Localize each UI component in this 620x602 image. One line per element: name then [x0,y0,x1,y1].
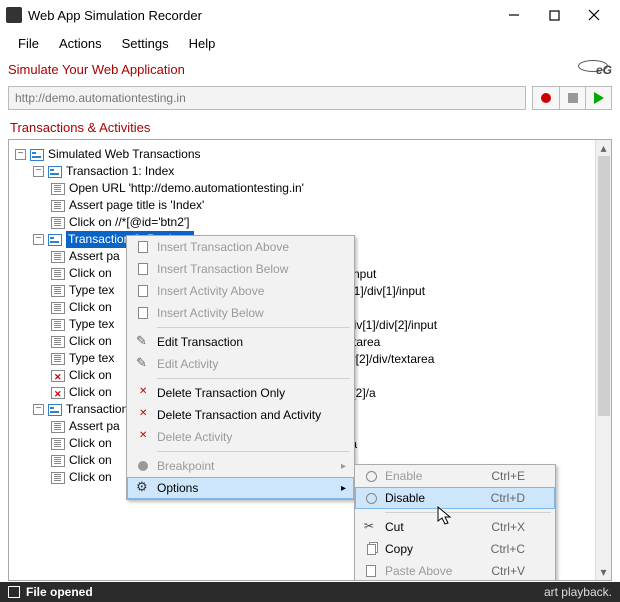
ctx-cut[interactable]: CutCtrl+X [355,516,555,538]
title-bar: Web App Simulation Recorder [0,0,620,30]
ctx-paste-above[interactable]: Paste AboveCtrl+V [355,560,555,581]
activity-disabled-icon [51,387,65,399]
url-row [0,82,620,114]
truncated-text: /input /[1]/div[1]/input div[1]/div[2]/i… [347,266,437,453]
tree-root[interactable]: −Simulated Web Transactions [15,146,605,163]
stop-button[interactable] [559,87,585,109]
ctx-insert-activity-above[interactable]: Insert Activity Above [127,280,354,302]
ctx-delete-transaction-only[interactable]: Delete Transaction Only [127,382,354,404]
delete-icon [136,408,150,422]
tree-activity[interactable]: Assert page title is 'Index' [15,197,605,214]
tree-panel: −Simulated Web Transactions −Transaction… [8,139,612,581]
status-text: File opened [26,585,93,599]
vertical-scrollbar[interactable]: ▴ ▾ [595,140,611,580]
menu-settings[interactable]: Settings [112,32,179,55]
menu-actions[interactable]: Actions [49,32,112,55]
transaction-icon [48,234,62,246]
status-right: art playback. [544,585,612,599]
options-submenu: EnableCtrl+E DisableCtrl+D CutCtrl+X Cop… [354,464,556,581]
url-input[interactable] [8,86,526,110]
ctx-breakpoint[interactable]: Breakpoint▸ [127,455,354,477]
activity-icon [51,438,65,450]
insert-below-icon [138,307,148,319]
power-icon [366,471,377,482]
activity-icon [51,268,65,280]
maximize-button[interactable] [534,1,574,29]
copy-icon [367,544,376,555]
paste-icon [366,565,376,577]
activity-icon [51,336,65,348]
play-button[interactable] [585,87,611,109]
transaction-icon [48,404,62,416]
ctx-copy[interactable]: CopyCtrl+C [355,538,555,560]
playback-controls [532,86,612,110]
submenu-arrow-icon: ▸ [341,483,346,494]
transactions-title: Transactions & Activities [0,114,620,139]
status-icon [8,586,20,598]
ctx-edit-activity[interactable]: Edit Activity [127,353,354,375]
ctx-edit-transaction[interactable]: Edit Transaction [127,331,354,353]
insert-above-icon [138,241,148,253]
tree-transaction-1[interactable]: −Transaction 1: Index [15,163,605,180]
delete-icon [136,386,150,400]
play-icon [594,92,604,104]
record-icon [541,93,551,103]
edit-icon [136,357,150,371]
brand-label: Simulate Your Web Application [8,62,185,77]
submenu-arrow-icon: ▸ [341,461,346,472]
ctx-enable[interactable]: EnableCtrl+E [355,465,555,487]
edit-icon [136,335,150,349]
activity-icon [51,200,65,212]
activity-icon [51,251,65,263]
menu-file[interactable]: File [8,32,49,55]
activity-disabled-icon [51,370,65,382]
activity-icon [51,217,65,229]
record-button[interactable] [533,87,559,109]
ctx-delete-transaction-activity[interactable]: Delete Transaction and Activity [127,404,354,426]
tree-activity[interactable]: Click on //*[@id='btn2'] [15,214,605,231]
context-menu: Insert Transaction Above Insert Transact… [126,235,355,500]
ctx-delete-activity[interactable]: Delete Activity [127,426,354,448]
minimize-button[interactable] [494,1,534,29]
window-title: Web App Simulation Recorder [28,8,494,23]
activity-icon [51,421,65,433]
brand-row: Simulate Your Web Application eG [0,56,620,82]
insert-below-icon [138,263,148,275]
transaction-icon [48,166,62,178]
app-icon [6,7,22,23]
scroll-down-button[interactable]: ▾ [596,564,611,580]
close-button[interactable] [574,1,614,29]
ctx-disable[interactable]: DisableCtrl+D [355,487,555,509]
activity-icon [51,285,65,297]
insert-above-icon [138,285,148,297]
gear-icon [136,481,150,495]
status-bar: File opened art playback. [0,582,620,602]
activity-icon [51,353,65,365]
cut-icon [364,520,378,534]
activity-icon [51,302,65,314]
ctx-insert-transaction-below[interactable]: Insert Transaction Below [127,258,354,280]
breakpoint-icon [138,461,148,471]
ctx-options[interactable]: Options▸ [127,477,354,499]
ctx-insert-activity-below[interactable]: Insert Activity Below [127,302,354,324]
brand-logo: eG [578,59,612,79]
scroll-thumb[interactable] [598,156,610,416]
scroll-up-button[interactable]: ▴ [596,140,611,156]
transactions-icon [30,149,44,161]
activity-icon [51,319,65,331]
menu-help[interactable]: Help [179,32,226,55]
stop-icon [568,93,578,103]
menu-bar: File Actions Settings Help [0,30,620,56]
activity-icon [51,472,65,484]
delete-icon [136,430,150,444]
activity-icon [51,183,65,195]
activity-icon [51,455,65,467]
ctx-insert-transaction-above[interactable]: Insert Transaction Above [127,236,354,258]
power-icon [366,493,377,504]
tree-activity[interactable]: Open URL 'http://demo.automationtesting.… [15,180,605,197]
